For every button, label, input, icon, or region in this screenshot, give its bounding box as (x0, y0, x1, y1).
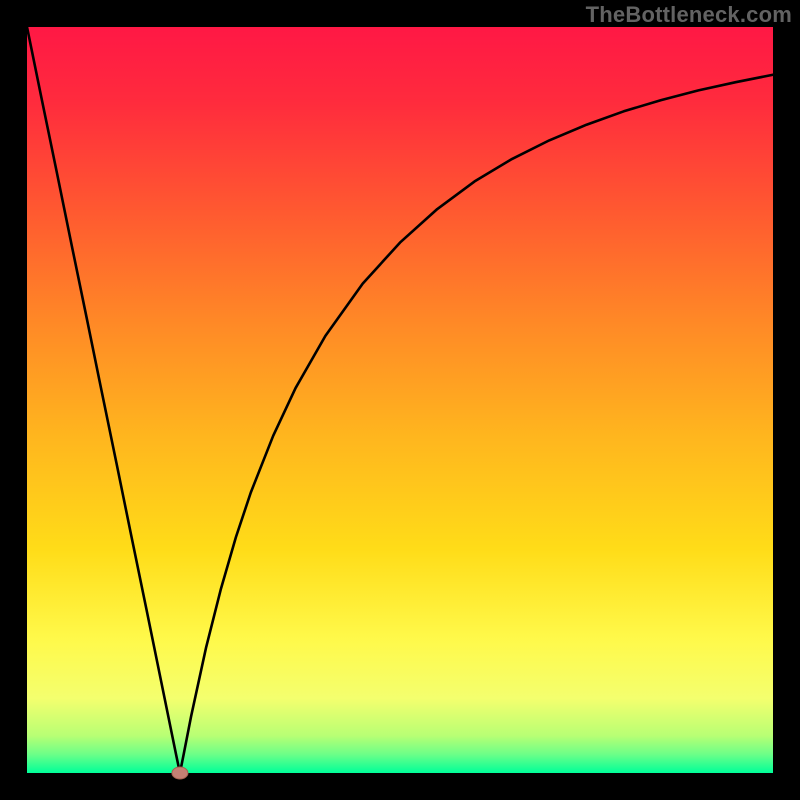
chart-svg (0, 0, 800, 800)
optimum-marker (172, 767, 188, 779)
plot-background (27, 27, 773, 773)
chart-frame: TheBottleneck.com (0, 0, 800, 800)
watermark: TheBottleneck.com (586, 2, 792, 28)
